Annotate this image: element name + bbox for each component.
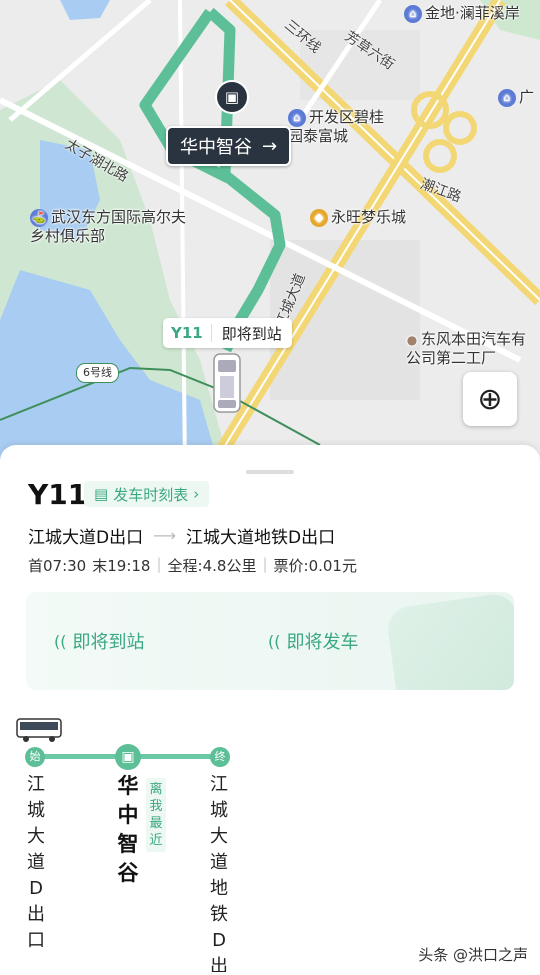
building-icon: ⌂ xyxy=(288,108,306,127)
status-departing[interactable]: (( 即将发车 xyxy=(268,628,358,654)
map-view[interactable]: ⌂ 金地·澜菲溪岸 三环线 芳草六街 ⌂ 开发区碧桂园泰富城 ⌂ 广 太子湖北路 潮江… xyxy=(0,0,540,470)
route-fare: 票价:0.01元 xyxy=(273,557,357,575)
map-poi-dongfeng[interactable]: ● 东风本田汽车有公司第二工厂 xyxy=(406,330,540,367)
card-decoration xyxy=(384,592,514,690)
status-arriving[interactable]: (( 即将到站 xyxy=(54,628,144,654)
chevron-right-icon: › xyxy=(193,485,200,503)
building-icon: ⌂ xyxy=(498,88,516,107)
bus-stop-icon[interactable]: ▣ xyxy=(115,744,141,770)
arrow-right-icon: → xyxy=(262,135,278,157)
location-pin-icon: ⌂ xyxy=(404,4,422,23)
stop-name-end[interactable]: 江城大道地铁D出 xyxy=(208,772,230,972)
route-number: Y11 xyxy=(28,478,88,511)
divider: | xyxy=(156,555,162,573)
crosshair-icon: ⊕ xyxy=(477,381,503,417)
map-poi-yongwang[interactable]: ◆ 永旺梦乐城 xyxy=(310,208,406,227)
end-badge: 终 xyxy=(210,747,230,767)
first-bus-time: 首07:30 xyxy=(28,557,87,575)
direction-arrow-icon: ⟶ xyxy=(153,526,177,545)
origin-stop: 江城大道D出口 xyxy=(28,528,144,548)
clipboard-icon: ▤ xyxy=(94,485,109,503)
bus-icon xyxy=(16,718,62,742)
last-bus-time: 末19:18 xyxy=(92,557,151,575)
nearest-tag: 离我最近 xyxy=(146,778,166,852)
timetable-button[interactable]: ▤ 发车时刻表 › xyxy=(84,481,210,507)
destination-stop: 江城大道地铁D出口 xyxy=(186,528,336,548)
status-card: (( 即将到站 (( 即将发车 xyxy=(26,592,514,690)
locate-button[interactable]: ⊕ xyxy=(463,372,517,426)
signal-icon: (( xyxy=(54,631,67,651)
bus-stop-icon[interactable]: ▣ xyxy=(215,80,249,114)
map-poi-kaifaqu[interactable]: ⌂ 开发区碧桂园泰富城 xyxy=(288,108,398,145)
destination-chip[interactable]: 华中智谷 → xyxy=(166,126,292,166)
vehicle-tag[interactable]: Y11 即将到站 xyxy=(163,318,292,348)
metro-line-badge: 6号线 xyxy=(76,363,119,383)
dot-icon: ● xyxy=(406,332,418,347)
watermark: 头条 @洪口之声 xyxy=(418,946,528,964)
map-poi-guang[interactable]: ⌂ 广 xyxy=(498,88,534,107)
route-detail-sheet: Y11 ▤ 发车时刻表 › 江城大道D出口 ⟶ 江城大道地铁D出口 首07:30… xyxy=(0,445,540,975)
route-distance: 全程:4.8公里 xyxy=(167,557,257,575)
map-poi-jindi[interactable]: ⌂ 金地·澜菲溪岸 xyxy=(404,4,520,23)
route-endpoints: 江城大道D出口 ⟶ 江城大道地铁D出口 xyxy=(28,523,335,548)
golf-icon: ⛳ xyxy=(30,208,48,227)
stop-name-start[interactable]: 江城大道D出口 xyxy=(25,772,47,954)
bus-vehicle-icon xyxy=(213,353,241,413)
start-badge: 始 xyxy=(25,747,45,767)
route-meta: 首07:30 末19:18 | 全程:4.8公里 | 票价:0.01元 xyxy=(28,555,357,576)
stop-name-current[interactable]: 华中智谷 xyxy=(115,772,141,888)
divider: | xyxy=(262,555,268,573)
sheet-handle[interactable] xyxy=(246,470,294,474)
shopping-icon: ◆ xyxy=(310,208,328,227)
signal-icon: (( xyxy=(268,631,281,651)
map-poi-golf[interactable]: ⛳ 武汉东方国际高尔夫乡村俱乐部 xyxy=(30,208,190,245)
